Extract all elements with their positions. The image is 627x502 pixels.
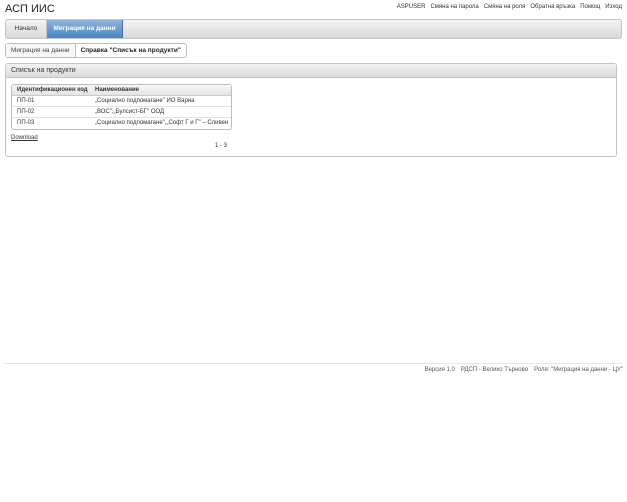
header: АСП ИИС ASPUSER Смяна на парола Смяна на… (0, 0, 627, 18)
table-row[interactable]: ПП-03 „Социално подпомагане",„Софт Г и Г… (12, 118, 231, 129)
panel-title: Списък на продукти (6, 64, 616, 78)
change-password-link[interactable]: Смяна на парола (430, 4, 478, 10)
footer: Версия 1.0 РДСП - Велико Търново Роля: "… (425, 367, 623, 373)
feedback-link[interactable]: Обратна връзка (530, 4, 575, 10)
change-role-link[interactable]: Смяна на роля (484, 4, 526, 10)
breadcrumb-parent[interactable]: Миграция на данни (6, 44, 76, 57)
footer-role: Роля: "Миграция на данни - ЦУ" (534, 367, 623, 373)
cell-id: ПП-03 (17, 120, 35, 126)
nav-migration[interactable]: Миграция на данни (47, 20, 123, 38)
nav-home[interactable]: Начало (6, 20, 47, 38)
footer-office: РДСП - Велико Търново (460, 367, 529, 373)
cell-name: „ВОС",„Булсист-БГ" ООД (95, 109, 165, 115)
table-row[interactable]: ПП-01 „Социално подпомагане" ИО Варна (12, 96, 231, 107)
column-header-name[interactable]: Наименование (91, 85, 231, 95)
breadcrumb-current: Справка "Списък на продукти" (80, 47, 181, 54)
column-header-id[interactable]: Идентификационен код (12, 85, 91, 95)
table-row[interactable]: ПП-02 „ВОС",„Булсист-БГ" ООД (12, 107, 231, 118)
products-table: Идентификационен код Наименование ПП-01 … (11, 84, 232, 130)
table-header: Идентификационен код Наименование (12, 85, 231, 96)
products-panel: Списък на продукти Идентификационен код … (5, 63, 617, 157)
main-navbar: Начало Миграция на данни (5, 19, 622, 39)
help-link[interactable]: Помощ (580, 4, 600, 10)
cell-id: ПП-02 (17, 109, 35, 115)
cell-id: ПП-01 (17, 98, 35, 104)
top-links: ASPUSER Смяна на парола Смяна на роля Об… (397, 4, 622, 10)
footer-divider (5, 363, 622, 364)
cell-name: „Социално подпомагане",„Софт Г и Г" – Сл… (95, 120, 229, 126)
user-link[interactable]: ASPUSER (397, 4, 426, 10)
app-title: АСП ИИС (5, 3, 55, 15)
breadcrumb: Миграция на данни Справка "Списък на про… (5, 43, 187, 58)
cell-name: „Социално подпомагане" ИО Варна (95, 98, 195, 104)
download-link[interactable]: Download (11, 135, 38, 141)
footer-version: Версия 1.0 (424, 367, 455, 373)
pager-info: 1 - 3 (215, 143, 228, 149)
logout-link[interactable]: Изход (605, 4, 622, 10)
